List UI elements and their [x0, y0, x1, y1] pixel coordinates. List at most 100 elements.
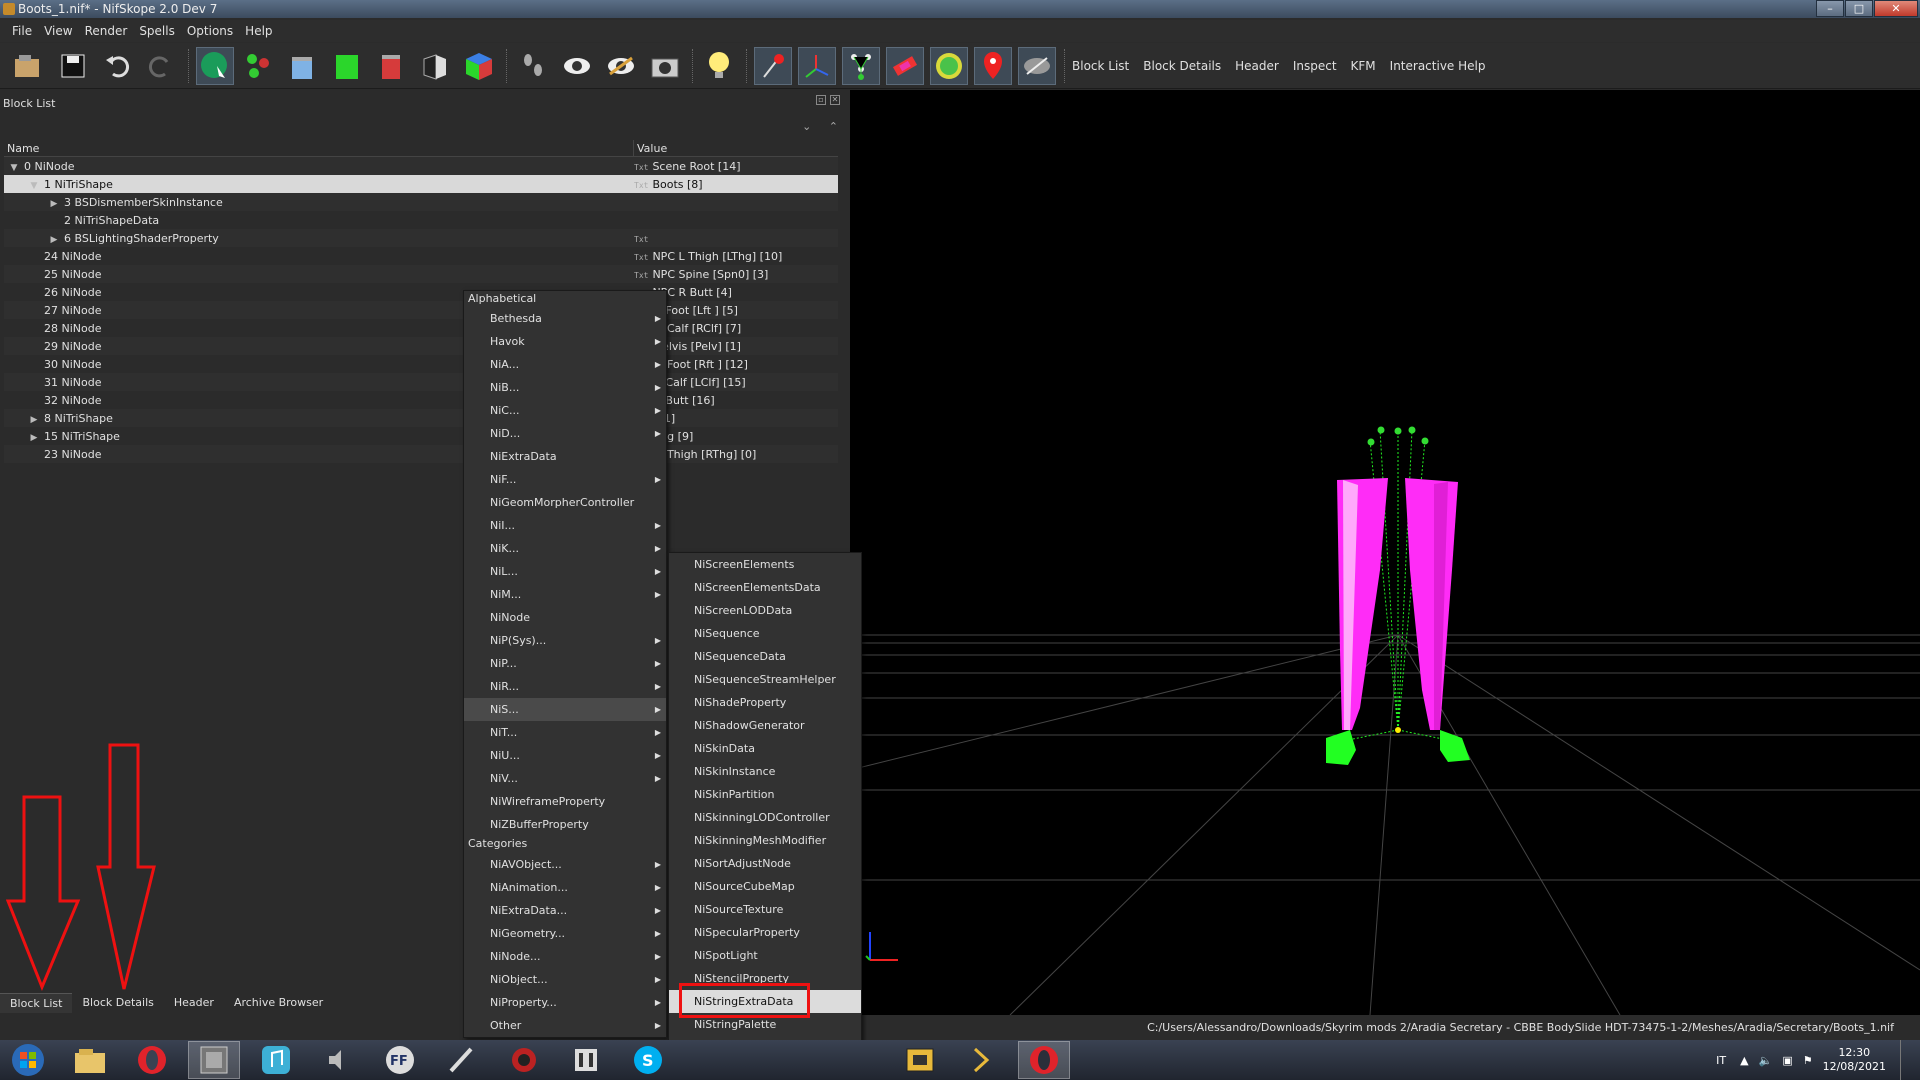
- flag-icon[interactable]: ⚑: [1803, 1054, 1813, 1067]
- menu-render[interactable]: Render: [79, 24, 134, 38]
- menu-item[interactable]: NiProperty... ▶: [464, 991, 666, 1014]
- menu-item[interactable]: NiV... ▶: [464, 767, 666, 790]
- submenu-item[interactable]: NiSourceTexture: [669, 898, 861, 921]
- nodes-icon[interactable]: [842, 46, 880, 85]
- toolbar-block-details[interactable]: Block Details: [1143, 59, 1221, 73]
- menu-item[interactable]: NiAnimation... ▶: [464, 876, 666, 899]
- column-value[interactable]: Value: [634, 140, 838, 156]
- music-icon[interactable]: [250, 1041, 302, 1079]
- tab-block-details[interactable]: Block Details: [72, 993, 164, 1013]
- tree-row[interactable]: 25 NiNode Txt NPC Spine [Spn0] [3]: [4, 265, 838, 283]
- view-top-icon[interactable]: [372, 47, 410, 85]
- volume-mixer-icon[interactable]: [312, 1041, 364, 1079]
- toolbar-interactive-help[interactable]: Interactive Help: [1390, 59, 1486, 73]
- show-desktop-button[interactable]: [1900, 1040, 1910, 1080]
- submenu-item[interactable]: NiShadeProperty: [669, 691, 861, 714]
- havok-icon[interactable]: [930, 46, 968, 85]
- tree-row[interactable]: 31 NiNode PC L Calf [LClf] [15]: [4, 373, 838, 391]
- pen-icon[interactable]: [436, 1041, 488, 1079]
- expand-arrow-icon[interactable]: ▶: [48, 199, 60, 209]
- menu-item[interactable]: NiU... ▶: [464, 744, 666, 767]
- tree-row[interactable]: ▶8 NiTriShapeet [11]: [4, 409, 838, 427]
- menu-item[interactable]: NiS... ▶: [464, 698, 666, 721]
- hidden-icon[interactable]: [1018, 46, 1056, 85]
- tree-row[interactable]: 30 NiNode PC R Foot [Rft ] [12]: [4, 355, 838, 373]
- tree-row[interactable]: ▶ 3 BSDismemberSkinInstance: [4, 193, 838, 211]
- menu-item[interactable]: NiGeomMorpherController: [464, 491, 666, 514]
- ff-icon[interactable]: FF: [374, 1041, 426, 1079]
- expand-arrow-icon[interactable]: ▼: [28, 181, 40, 191]
- hide-icon[interactable]: [602, 47, 640, 85]
- menu-item[interactable]: NiK... ▶: [464, 537, 666, 560]
- menu-item[interactable]: NiAVObject... ▶: [464, 853, 666, 876]
- menu-item[interactable]: NiExtraData... ▶: [464, 899, 666, 922]
- menu-item[interactable]: NiGeometry... ▶: [464, 922, 666, 945]
- menu-item[interactable]: NiObject... ▶: [464, 968, 666, 991]
- tree-row[interactable]: 32 NiNode PC L Butt [16]: [4, 391, 838, 409]
- menu-item[interactable]: NiExtraData: [464, 445, 666, 468]
- people-icon[interactable]: [560, 1041, 612, 1079]
- tree-row[interactable]: ▼ 0 NiNode Txt Scene Root [14]: [4, 157, 838, 175]
- menu-item[interactable]: NiWireframeProperty: [464, 790, 666, 813]
- undo-icon[interactable]: [98, 47, 136, 85]
- arrow-app-icon[interactable]: [956, 1041, 1008, 1079]
- submenu-item[interactable]: NiSourceCubeMap: [669, 875, 861, 898]
- nifskope-icon[interactable]: [188, 1041, 240, 1079]
- pick-icon[interactable]: [754, 46, 792, 85]
- open-icon[interactable]: [10, 47, 48, 85]
- submenu-item[interactable]: NiSkinPartition: [669, 783, 861, 806]
- view-perspective-icon[interactable]: [460, 47, 498, 85]
- submenu-item[interactable]: NiSkinData: [669, 737, 861, 760]
- volume-icon[interactable]: 🔈: [1759, 1054, 1773, 1067]
- dock-float-button[interactable]: ▫: [816, 95, 826, 105]
- menu-spells[interactable]: Spells: [133, 24, 181, 38]
- submenu-item[interactable]: NiSequenceData: [669, 645, 861, 668]
- light-icon[interactable]: [700, 47, 738, 85]
- menu-item[interactable]: Other ▶: [464, 1014, 666, 1037]
- view-user-icon[interactable]: [416, 47, 454, 85]
- show-icon[interactable]: [558, 47, 596, 85]
- menu-item[interactable]: NiZBufferProperty: [464, 813, 666, 836]
- menu-item[interactable]: NiL... ▶: [464, 560, 666, 583]
- render-viewport[interactable]: [850, 90, 1920, 1015]
- maximize-button[interactable]: □: [1845, 0, 1873, 17]
- select-vertex-icon[interactable]: [240, 47, 278, 85]
- network-icon[interactable]: ▣: [1782, 1054, 1792, 1067]
- submenu-item[interactable]: NiSortAdjustNode: [669, 852, 861, 875]
- menu-item[interactable]: NiP(Sys)... ▶: [464, 629, 666, 652]
- tab-block-list[interactable]: Block List: [0, 993, 73, 1013]
- menu-item[interactable]: Havok ▶: [464, 330, 666, 353]
- tree-row[interactable]: ▼ 1 NiTriShape Txt Boots [8]: [4, 175, 838, 193]
- opera-icon[interactable]: [126, 1041, 178, 1079]
- tree-row[interactable]: 27 NiNode PC L Foot [Lft ] [5]: [4, 301, 838, 319]
- expand-arrow-icon[interactable]: ▶: [48, 235, 60, 245]
- menu-item[interactable]: NiNode... ▶: [464, 945, 666, 968]
- tree-row[interactable]: 26 NiNodeTxtNPC R Butt [4]: [4, 283, 838, 301]
- menu-item[interactable]: NiT... ▶: [464, 721, 666, 744]
- toolbar-kfm[interactable]: KFM: [1351, 59, 1376, 73]
- submenu-item[interactable]: NiSpecularProperty: [669, 921, 861, 944]
- submenu-item[interactable]: NiSpotLight: [669, 944, 861, 967]
- submenu-item[interactable]: NiScreenElements: [669, 553, 861, 576]
- select-object-icon[interactable]: [196, 46, 234, 85]
- dock-close-button[interactable]: ✕: [830, 95, 840, 105]
- spider-icon[interactable]: [498, 1041, 550, 1079]
- menu-item[interactable]: Bethesda ▶: [464, 307, 666, 330]
- walk-icon[interactable]: [514, 47, 552, 85]
- menu-item[interactable]: NiF... ▶: [464, 468, 666, 491]
- tray-chevron-icon[interactable]: ▲: [1740, 1054, 1748, 1067]
- menu-item[interactable]: NiP... ▶: [464, 652, 666, 675]
- expand-all-icon[interactable]: ⌄: [802, 120, 811, 133]
- clock[interactable]: 12:30 12/08/2021: [1823, 1046, 1886, 1074]
- toolbar-block-list[interactable]: Block List: [1072, 59, 1129, 73]
- close-button[interactable]: ✕: [1874, 0, 1918, 17]
- tree-row[interactable]: ▶15 NiTriShapeocking [9]: [4, 427, 838, 445]
- tree-row[interactable]: 23 NiNode PC R Thigh [RThg] [0]: [4, 445, 838, 463]
- menu-item[interactable]: NiR... ▶: [464, 675, 666, 698]
- menu-item[interactable]: NiI... ▶: [464, 514, 666, 537]
- marker-icon[interactable]: [974, 46, 1012, 85]
- tab-archive-browser[interactable]: Archive Browser: [223, 993, 334, 1013]
- expand-arrow-icon[interactable]: ▼: [8, 163, 20, 173]
- axes-icon[interactable]: [798, 46, 836, 85]
- menu-view[interactable]: View: [38, 24, 78, 38]
